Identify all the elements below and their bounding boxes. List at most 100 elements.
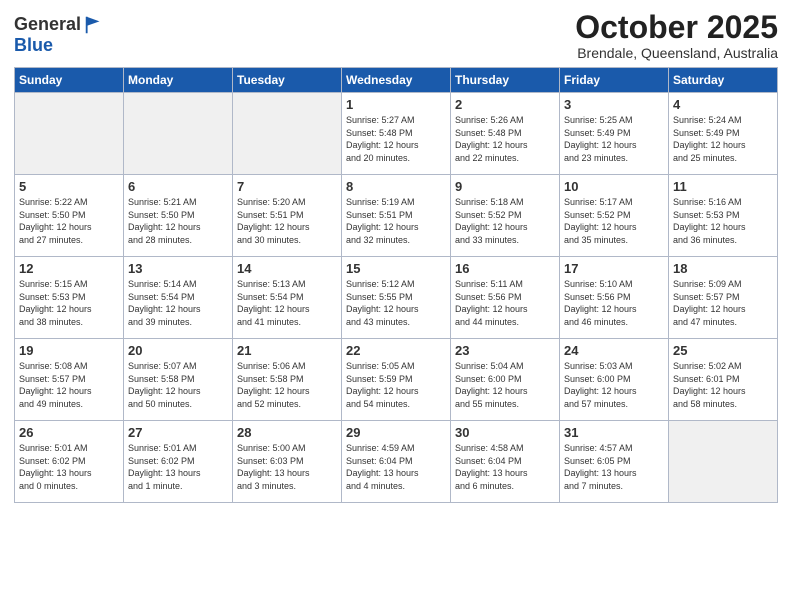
day-number: 30: [455, 425, 555, 440]
calendar-cell: 13Sunrise: 5:14 AM Sunset: 5:54 PM Dayli…: [124, 257, 233, 339]
title-block: October 2025 Brendale, Queensland, Austr…: [575, 10, 778, 61]
calendar-week-1: 1Sunrise: 5:27 AM Sunset: 5:48 PM Daylig…: [15, 93, 778, 175]
day-info: Sunrise: 5:21 AM Sunset: 5:50 PM Dayligh…: [128, 196, 228, 246]
calendar-cell: 12Sunrise: 5:15 AM Sunset: 5:53 PM Dayli…: [15, 257, 124, 339]
day-number: 22: [346, 343, 446, 358]
day-info: Sunrise: 5:05 AM Sunset: 5:59 PM Dayligh…: [346, 360, 446, 410]
day-number: 15: [346, 261, 446, 276]
day-info: Sunrise: 5:02 AM Sunset: 6:01 PM Dayligh…: [673, 360, 773, 410]
location-subtitle: Brendale, Queensland, Australia: [575, 45, 778, 61]
day-info: Sunrise: 5:10 AM Sunset: 5:56 PM Dayligh…: [564, 278, 664, 328]
day-info: Sunrise: 4:57 AM Sunset: 6:05 PM Dayligh…: [564, 442, 664, 492]
calendar-cell: 18Sunrise: 5:09 AM Sunset: 5:57 PM Dayli…: [669, 257, 778, 339]
day-info: Sunrise: 5:17 AM Sunset: 5:52 PM Dayligh…: [564, 196, 664, 246]
day-number: 14: [237, 261, 337, 276]
day-info: Sunrise: 5:04 AM Sunset: 6:00 PM Dayligh…: [455, 360, 555, 410]
calendar-cell: 14 Sunrise: 5:13 AM Sunset: 5:54 PM Dayli…: [233, 257, 342, 339]
day-number: 2: [455, 97, 555, 112]
day-info: Sunrise: 5:00 AM Sunset: 6:03 PM Dayligh…: [237, 442, 337, 492]
day-number: 11: [673, 179, 773, 194]
day-number: 27: [128, 425, 228, 440]
day-number: 24: [564, 343, 664, 358]
header-tuesday: Tuesday: [233, 68, 342, 93]
calendar-cell: [669, 421, 778, 503]
day-info: Sunrise: 5:15 AM Sunset: 5:53 PM Dayligh…: [19, 278, 119, 328]
calendar-week-2: 5 Sunrise: 5:22 AM Sunset: 5:50 PM Daylig…: [15, 175, 778, 257]
day-number: 7: [237, 179, 337, 194]
calendar-week-5: 26 Sunrise: 5:01 AM Sunset: 6:02 PM Dayli…: [15, 421, 778, 503]
calendar-cell: 26 Sunrise: 5:01 AM Sunset: 6:02 PM Dayli…: [15, 421, 124, 503]
calendar-cell: 24 Sunrise: 5:03 AM Sunset: 6:00 PM Dayli…: [560, 339, 669, 421]
calendar-cell: 10 Sunrise: 5:17 AM Sunset: 5:52 PM Dayli…: [560, 175, 669, 257]
day-number: 9: [455, 179, 555, 194]
calendar-cell: 15Sunrise: 5:12 AM Sunset: 5:55 PM Dayli…: [342, 257, 451, 339]
day-number: 20: [128, 343, 228, 358]
day-number: 19: [19, 343, 119, 358]
day-number: 23: [455, 343, 555, 358]
day-info: Sunrise: 5:03 AM Sunset: 6:00 PM Dayligh…: [564, 360, 664, 410]
calendar-cell: 25 Sunrise: 5:02 AM Sunset: 6:01 PM Dayli…: [669, 339, 778, 421]
header-monday: Monday: [124, 68, 233, 93]
day-info: Sunrise: 5:24 AM Sunset: 5:49 PM Dayligh…: [673, 114, 773, 164]
logo-general: General: [14, 15, 81, 35]
day-info: Sunrise: 5:08 AM Sunset: 5:57 PM Dayligh…: [19, 360, 119, 410]
day-info: Sunrise: 5:01 AM Sunset: 6:02 PM Dayligh…: [128, 442, 228, 492]
calendar-cell: 31Sunrise: 4:57 AM Sunset: 6:05 PM Dayli…: [560, 421, 669, 503]
calendar-cell: 9 Sunrise: 5:18 AM Sunset: 5:52 PM Daylig…: [451, 175, 560, 257]
calendar-cell: 7Sunrise: 5:20 AM Sunset: 5:51 PM Daylig…: [233, 175, 342, 257]
day-number: 4: [673, 97, 773, 112]
day-number: 25: [673, 343, 773, 358]
day-info: Sunrise: 5:13 AM Sunset: 5:54 PM Dayligh…: [237, 278, 337, 328]
day-number: 5: [19, 179, 119, 194]
calendar-cell: 29Sunrise: 4:59 AM Sunset: 6:04 PM Dayli…: [342, 421, 451, 503]
day-info: Sunrise: 5:27 AM Sunset: 5:48 PM Dayligh…: [346, 114, 446, 164]
calendar-cell: 20 Sunrise: 5:07 AM Sunset: 5:58 PM Dayli…: [124, 339, 233, 421]
day-info: Sunrise: 5:01 AM Sunset: 6:02 PM Dayligh…: [19, 442, 119, 492]
calendar-week-4: 19 Sunrise: 5:08 AM Sunset: 5:57 PM Dayli…: [15, 339, 778, 421]
day-number: 16: [455, 261, 555, 276]
calendar-table: Sunday Monday Tuesday Wednesday Thursday…: [14, 67, 778, 503]
calendar-cell: 30 Sunrise: 4:58 AM Sunset: 6:04 PM Dayli…: [451, 421, 560, 503]
header-friday: Friday: [560, 68, 669, 93]
header-thursday: Thursday: [451, 68, 560, 93]
day-number: 26: [19, 425, 119, 440]
logo-blue: Blue: [14, 35, 53, 55]
day-info: Sunrise: 5:19 AM Sunset: 5:51 PM Dayligh…: [346, 196, 446, 246]
header-saturday: Saturday: [669, 68, 778, 93]
day-number: 10: [564, 179, 664, 194]
month-title: October 2025: [575, 10, 778, 45]
calendar-cell: 11 Sunrise: 5:16 AM Sunset: 5:53 PM Dayli…: [669, 175, 778, 257]
calendar-cell: 2Sunrise: 5:26 AM Sunset: 5:48 PM Daylig…: [451, 93, 560, 175]
logo-flag-icon: [83, 14, 105, 36]
day-info: Sunrise: 5:11 AM Sunset: 5:56 PM Dayligh…: [455, 278, 555, 328]
header-wednesday: Wednesday: [342, 68, 451, 93]
day-info: Sunrise: 5:06 AM Sunset: 5:58 PM Dayligh…: [237, 360, 337, 410]
day-info: Sunrise: 5:25 AM Sunset: 5:49 PM Dayligh…: [564, 114, 664, 164]
day-info: Sunrise: 5:22 AM Sunset: 5:50 PM Dayligh…: [19, 196, 119, 246]
day-number: 21: [237, 343, 337, 358]
calendar-week-3: 12Sunrise: 5:15 AM Sunset: 5:53 PM Dayli…: [15, 257, 778, 339]
calendar-cell: 6 Sunrise: 5:21 AM Sunset: 5:50 PM Daylig…: [124, 175, 233, 257]
day-info: Sunrise: 5:16 AM Sunset: 5:53 PM Dayligh…: [673, 196, 773, 246]
calendar-header-row: Sunday Monday Tuesday Wednesday Thursday…: [15, 68, 778, 93]
calendar-cell: 27 Sunrise: 5:01 AM Sunset: 6:02 PM Dayli…: [124, 421, 233, 503]
calendar-cell: 22 Sunrise: 5:05 AM Sunset: 5:59 PM Dayli…: [342, 339, 451, 421]
day-number: 29: [346, 425, 446, 440]
day-info: Sunrise: 4:58 AM Sunset: 6:04 PM Dayligh…: [455, 442, 555, 492]
day-info: Sunrise: 5:18 AM Sunset: 5:52 PM Dayligh…: [455, 196, 555, 246]
day-number: 8: [346, 179, 446, 194]
calendar-cell: 1Sunrise: 5:27 AM Sunset: 5:48 PM Daylig…: [342, 93, 451, 175]
calendar-cell: 16 Sunrise: 5:11 AM Sunset: 5:56 PM Dayli…: [451, 257, 560, 339]
header-row: General Blue October 2025 Brendale, Quee…: [14, 10, 778, 61]
logo: General Blue: [14, 14, 105, 56]
calendar-cell: [15, 93, 124, 175]
header-sunday: Sunday: [15, 68, 124, 93]
day-number: 13: [128, 261, 228, 276]
calendar-cell: [233, 93, 342, 175]
day-info: Sunrise: 5:07 AM Sunset: 5:58 PM Dayligh…: [128, 360, 228, 410]
day-number: 6: [128, 179, 228, 194]
calendar-cell: 17 Sunrise: 5:10 AM Sunset: 5:56 PM Dayli…: [560, 257, 669, 339]
day-number: 28: [237, 425, 337, 440]
calendar-cell: 28 Sunrise: 5:00 AM Sunset: 6:03 PM Dayli…: [233, 421, 342, 503]
day-number: 17: [564, 261, 664, 276]
